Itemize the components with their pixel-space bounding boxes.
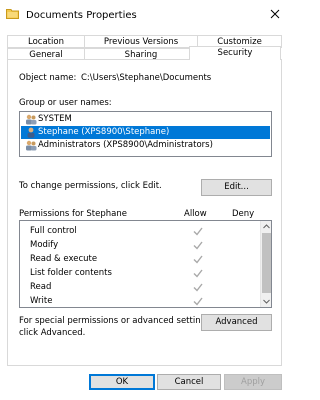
permissions-scrollbar[interactable] [260,221,271,307]
special-permissions-text-line1: For special permissions or advanced sett… [19,316,214,326]
allow-check-icon [193,241,203,250]
change-permissions-text: To change permissions, click Edit. [19,181,162,191]
permissions-for-label: Permissions for Stephane [19,209,127,219]
special-permissions-text-line2: click Advanced. [19,328,86,338]
title-bar: Documents Properties [0,0,289,31]
list-item-stephane[interactable]: Stephane (XPS8900\Stephane) [21,126,270,139]
allow-check-icon [193,255,203,264]
permissions-list[interactable]: Full control Modify Read & execute List … [19,220,272,308]
list-item-administrators[interactable]: Administrators (XPS8900\Administrators) [21,139,270,152]
list-item-label: Administrators (XPS8900\Administrators) [38,140,213,150]
advanced-button[interactable]: Advanced [201,314,272,331]
object-name-value: C:\Users\Stephane\Documents [81,73,212,83]
list-item-label: Stephane (XPS8900\Stephane) [38,127,170,137]
allow-check-icon [193,297,203,306]
allow-header: Allow [184,209,207,219]
permission-read-execute: Read & execute [30,254,98,264]
tab-previous-versions[interactable]: Previous Versions [84,35,198,48]
scroll-thumb[interactable] [262,233,271,293]
groups-label: Group or user names: [19,98,112,108]
permission-full-control: Full control [30,226,77,236]
permission-write: Write [30,296,53,306]
list-item-label: SYSTEM [38,114,72,124]
edit-button[interactable]: Edit... [201,179,272,196]
allow-check-icon [193,227,203,236]
list-item-system[interactable]: SYSTEM [21,113,270,126]
scroll-down-arrow-icon[interactable] [262,297,271,306]
permission-modify: Modify [30,240,59,250]
tab-security[interactable]: Security [189,46,281,60]
allow-check-icon [193,283,203,292]
user-icon [25,127,37,138]
dialog-footer: OK Cancel Apply [0,366,289,400]
tab-location[interactable]: Location [7,35,85,48]
folder-icon [6,8,19,19]
close-icon[interactable] [268,7,282,21]
security-panel: Object name: C:\Users\Stephane\Documents… [7,59,282,366]
apply-button[interactable]: Apply [224,374,282,390]
permission-list-folder-contents: List folder contents [30,268,112,278]
permission-read: Read [30,282,52,292]
scroll-up-arrow-icon[interactable] [262,222,271,231]
group-icon [25,140,37,151]
deny-header: Deny [232,209,255,219]
allow-check-icon [193,269,203,278]
object-name-label: Object name: [19,73,77,83]
ok-button[interactable]: OK [89,374,155,390]
group-user-list[interactable]: SYSTEM Stephane (XPS8900\Stephane) Admin… [19,111,272,157]
window-title: Documents Properties [26,10,137,21]
group-icon [25,114,37,125]
cancel-button[interactable]: Cancel [157,374,221,390]
